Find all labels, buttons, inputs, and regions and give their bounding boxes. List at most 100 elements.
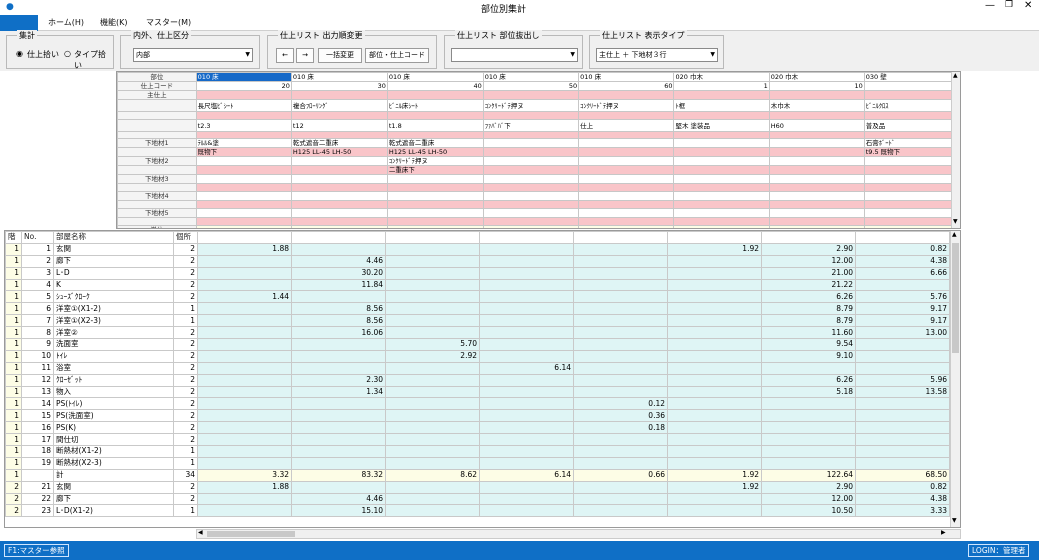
finish-cell-spec[interactable]: H60 <box>768 119 865 132</box>
value-cell[interactable] <box>667 338 762 351</box>
finish-cell[interactable] <box>673 174 770 184</box>
value-cell[interactable] <box>385 492 480 506</box>
horizontal-scrollbar[interactable]: ◀ ▶ <box>196 529 961 539</box>
value-cell[interactable]: 6.66 <box>855 266 950 280</box>
room-no-cell[interactable]: 16 <box>21 421 54 435</box>
finish-cell-spec[interactable]: ﾌｧﾊﾞﾊﾞ下 <box>482 119 580 132</box>
finish-cell[interactable] <box>578 208 675 218</box>
finish-cell[interactable] <box>195 183 292 192</box>
value-cell[interactable] <box>573 504 668 518</box>
room-name-cell[interactable]: 断熱材(X2-3) <box>53 456 174 470</box>
finish-cell-spec[interactable]: t12 <box>290 119 388 132</box>
value-cell[interactable] <box>197 445 292 458</box>
value-cell[interactable] <box>761 421 856 435</box>
value-cell[interactable] <box>667 326 762 340</box>
count-cell[interactable]: 2 <box>173 397 198 411</box>
floor-cell[interactable]: 1 <box>5 290 22 304</box>
value-cell[interactable] <box>479 433 574 447</box>
finish-cell[interactable] <box>482 200 580 209</box>
finish-cell[interactable] <box>768 183 865 192</box>
value-cell[interactable]: 8.79 <box>761 302 856 316</box>
finish-cell[interactable] <box>863 200 960 209</box>
room-no-cell[interactable]: 6 <box>21 302 54 316</box>
finish-cell-code[interactable]: 10 <box>768 81 865 91</box>
finish-cell-bui[interactable]: 030 壁 <box>863 72 960 82</box>
finish-cell-spec[interactable]: 普及品 <box>863 119 960 132</box>
value-cell[interactable]: 4.46 <box>291 254 386 268</box>
room-no-cell[interactable]: 3 <box>21 266 54 280</box>
finish-cell[interactable] <box>578 111 675 120</box>
room-no-cell[interactable]: 13 <box>21 385 54 399</box>
finish-cell-sub1a[interactable] <box>482 138 580 148</box>
finish-cell-sub1a[interactable] <box>768 138 865 148</box>
finish-cell-spec[interactable]: t2.3 <box>195 119 292 132</box>
finish-cell-bui[interactable]: 010 床 <box>290 72 388 82</box>
value-cell[interactable] <box>573 314 668 328</box>
finish-cell-bui[interactable]: 020 巾木 <box>768 72 865 82</box>
finish-cell-code[interactable]: 40 <box>386 81 484 91</box>
finish-cell[interactable] <box>386 200 484 209</box>
value-cell[interactable] <box>761 433 856 447</box>
count-cell[interactable]: 2 <box>173 409 198 423</box>
finish-cell[interactable] <box>673 217 770 226</box>
move-right-button[interactable]: → <box>296 48 314 63</box>
value-cell[interactable]: 8.56 <box>291 314 386 328</box>
floor-cell[interactable]: 1 <box>5 266 22 280</box>
value-cell[interactable] <box>479 385 574 399</box>
value-cell[interactable]: 16.06 <box>291 326 386 340</box>
room-no-cell[interactable]: 7 <box>21 314 54 328</box>
finish-cell[interactable] <box>386 174 484 184</box>
room-name-cell[interactable]: 物入 <box>53 385 174 399</box>
finish-cell-spec[interactable]: t1.8 <box>386 119 484 132</box>
move-left-button[interactable]: ← <box>276 48 294 63</box>
finish-cell-unit[interactable]: m <box>578 225 675 228</box>
value-cell[interactable] <box>479 314 574 328</box>
floor-cell[interactable]: 1 <box>5 314 22 328</box>
value-cell[interactable]: 6.26 <box>761 290 856 304</box>
value-cell[interactable]: 1.44 <box>197 290 292 304</box>
value-cell[interactable] <box>385 397 480 411</box>
value-cell[interactable] <box>573 278 668 292</box>
finish-cell-unit[interactable]: m <box>482 225 580 228</box>
finish-cell[interactable] <box>673 200 770 209</box>
value-cell[interactable] <box>761 456 856 470</box>
finish-cell-code[interactable]: 30 <box>290 81 388 91</box>
value-cell[interactable] <box>385 326 480 340</box>
value-cell[interactable] <box>197 266 292 280</box>
room-name-cell[interactable]: 玄関 <box>53 242 174 256</box>
value-cell[interactable] <box>385 278 480 292</box>
value-cell[interactable]: 11.84 <box>291 278 386 292</box>
floor-cell[interactable]: 1 <box>5 254 22 268</box>
floor-cell[interactable]: 2 <box>5 504 22 518</box>
value-cell[interactable] <box>197 373 292 387</box>
finish-cell[interactable] <box>482 174 580 184</box>
value-cell[interactable]: 15.10 <box>291 504 386 518</box>
value-cell[interactable]: 9.17 <box>855 314 950 328</box>
value-cell[interactable] <box>667 314 762 328</box>
finish-cell-main[interactable]: ﾋﾞﾆﾙ床ｼｰﾄ <box>386 99 484 112</box>
value-cell[interactable] <box>291 409 386 423</box>
finish-cell[interactable] <box>195 191 292 201</box>
value-cell[interactable]: 2.92 <box>385 349 480 363</box>
value-cell[interactable] <box>197 409 292 423</box>
value-cell[interactable]: 1.34 <box>291 385 386 399</box>
count-cell[interactable]: 2 <box>173 385 198 399</box>
finish-cell-sub2a[interactable] <box>195 156 292 166</box>
table-row[interactable]: 1 17 間仕切 2 <box>5 433 950 447</box>
room-name-cell[interactable]: PS(洗面室) <box>53 409 174 423</box>
floor-cell[interactable]: 2 <box>5 492 22 506</box>
finish-cell[interactable] <box>482 183 580 192</box>
value-cell[interactable]: 2.90 <box>761 480 856 494</box>
value-cell[interactable]: 6.14 <box>479 361 574 375</box>
value-cell[interactable]: 2.90 <box>761 242 856 256</box>
value-cell[interactable]: 1.88 <box>197 480 292 494</box>
value-cell[interactable] <box>855 397 950 411</box>
value-cell[interactable]: 2.30 <box>291 373 386 387</box>
floor-cell[interactable]: 1 <box>5 373 22 387</box>
value-cell[interactable] <box>573 445 668 458</box>
value-cell[interactable]: 4.38 <box>855 254 950 268</box>
finish-cell-sub2b[interactable] <box>673 165 770 175</box>
minimize-icon[interactable]: — <box>985 0 995 11</box>
finish-cell-sub1a[interactable] <box>673 138 770 148</box>
value-cell[interactable] <box>385 409 480 423</box>
